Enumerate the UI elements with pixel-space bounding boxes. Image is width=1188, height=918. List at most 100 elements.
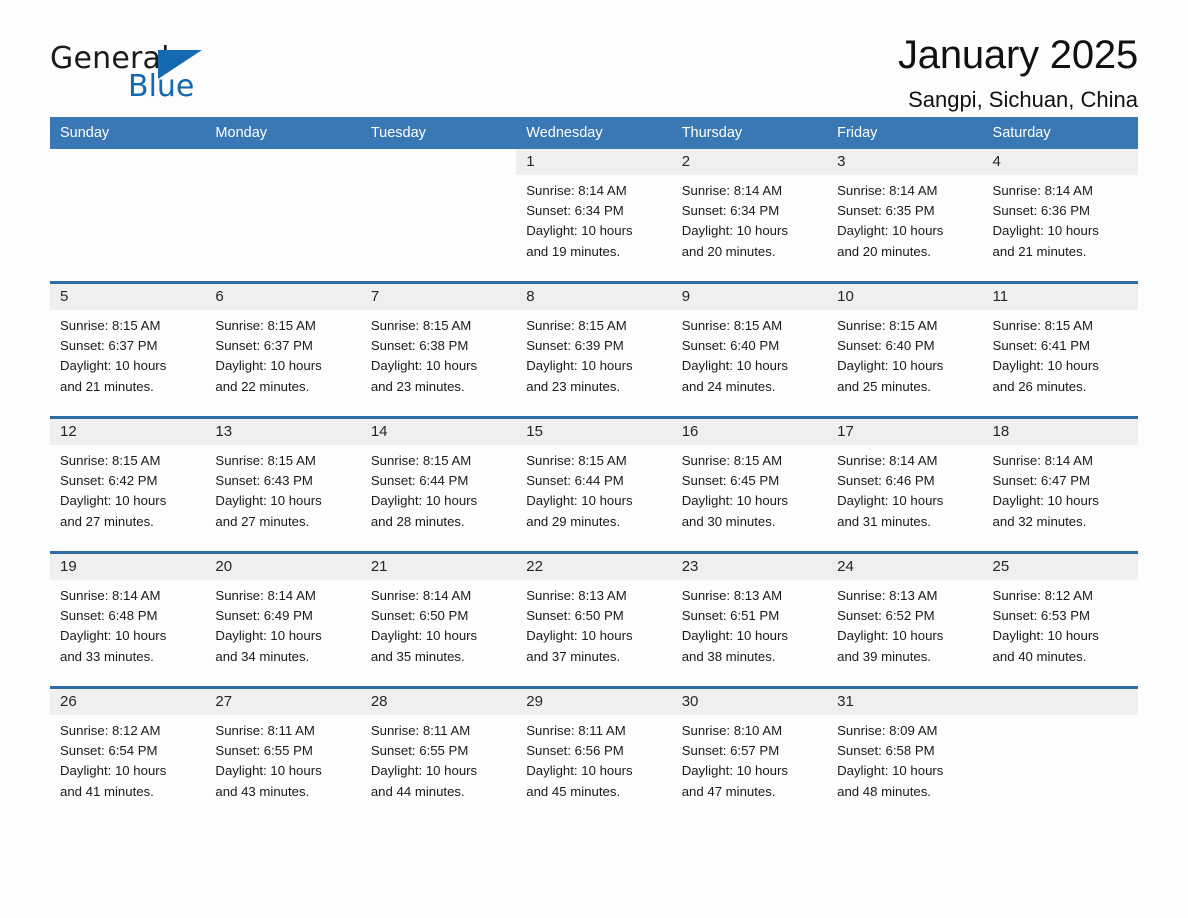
calendar-day-cell[interactable]: 3 Sunrise: 8:14 AM Sunset: 6:35 PM Daylight…	[827, 149, 983, 283]
calendar-day-cell[interactable]: 12 Sunrise: 8:15 AM Sunset: 6:42 PM Dayligh…	[50, 416, 206, 553]
calendar-day-cell[interactable]: 1 Sunrise: 8:14 AM Sunset: 6:34 PM Daylight…	[516, 149, 672, 283]
daylight-duration-line1: Daylight: 10 hours	[60, 493, 167, 509]
calendar-day-cell[interactable]: 24 Sunrise: 8:13 AM Sunset: 6:52 PM Dayligh…	[827, 551, 983, 688]
daylight-duration-line2: and 25 minutes.	[837, 378, 931, 394]
daylight-duration-line2: and 28 minutes.	[370, 513, 465, 529]
calendar-week-row: 26 Sunrise: 8:12 AM Sunset: 6:54 PM Dayligh…	[50, 686, 1138, 821]
calendar-week-row: 5 Sunrise: 8:15 AM Sunset: 6:37 PM Daylight…	[50, 281, 1138, 418]
calendar-day-cell[interactable]: 9 Sunrise: 8:15 AM Sunset: 6:40 PM Daylight…	[671, 281, 828, 418]
calendar-day-cell[interactable]: 13 Sunrise: 8:15 AM Sunset: 6:43 PM Dayligh…	[205, 416, 361, 553]
daylight-duration-line1: Daylight: 10 hours	[526, 493, 633, 509]
sunrise-time: Sunrise: 8:15 AM	[60, 453, 161, 468]
daylight-duration-line1: Daylight: 10 hours	[60, 358, 167, 374]
daylight-duration-line2: and 44 minutes.	[370, 783, 465, 799]
sunrise-time: Sunrise: 8:15 AM	[526, 453, 627, 468]
daylight-duration-line1: Daylight: 10 hours	[370, 763, 478, 779]
daylight-duration-line2: and 31 minutes.	[837, 513, 931, 529]
sunrise-time: Sunrise: 8:15 AM	[526, 318, 627, 333]
weekday-header-thursday: Thursday	[671, 117, 828, 149]
calendar-day-cell[interactable]: 11 Sunrise: 8:15 AM Sunset: 6:41 PM Dayligh…	[982, 281, 1138, 418]
day-sun-info: Sunrise: 8:14 AM Sunset: 6:35 PM Daylight:…	[827, 175, 982, 262]
calendar-page: General Blue January 2025 Sangpi, Sichua…	[0, 0, 1188, 918]
calendar-day-cell[interactable]: 27 Sunrise: 8:11 AM Sunset: 6:55 PM Dayligh…	[205, 686, 361, 821]
daylight-duration-line1: Daylight: 10 hours	[681, 628, 788, 644]
daylight-duration-line2: and 22 minutes.	[215, 378, 310, 394]
sunset-time: Sunset: 6:42 PM	[60, 473, 158, 489]
sunrise-sunset-calendar: Sunday Monday Tuesday Wednesday Thursday…	[50, 117, 1138, 821]
weekday-header-row: Sunday Monday Tuesday Wednesday Thursday…	[50, 117, 1138, 149]
calendar-day-cell[interactable]: 20 Sunrise: 8:14 AM Sunset: 6:49 PM Dayligh…	[205, 551, 361, 688]
daylight-duration-line2: and 23 minutes.	[370, 378, 465, 394]
calendar-day-cell[interactable]: 2 Sunrise: 8:14 AM Sunset: 6:34 PM Daylight…	[671, 149, 828, 283]
day-sun-info: Sunrise: 8:14 AM Sunset: 6:47 PM Daylight:…	[983, 445, 1138, 532]
day-number	[361, 149, 516, 175]
daylight-duration-line1: Daylight: 10 hours	[837, 628, 944, 644]
calendar-day-cell[interactable]: 15 Sunrise: 8:15 AM Sunset: 6:44 PM Dayligh…	[516, 416, 672, 553]
calendar-day-cell[interactable]: 10 Sunrise: 8:15 AM Sunset: 6:40 PM Dayligh…	[827, 281, 983, 418]
calendar-day-cell[interactable]: 31 Sunrise: 8:09 AM Sunset: 6:58 PM Dayligh…	[827, 686, 983, 821]
weekday-header-monday: Monday	[205, 117, 361, 149]
daylight-duration-line2: and 33 minutes.	[60, 648, 154, 664]
daylight-duration-line2: and 30 minutes.	[681, 513, 776, 529]
day-number: 6	[205, 284, 361, 310]
day-sun-info: Sunrise: 8:13 AM Sunset: 6:50 PM Daylight:…	[516, 580, 671, 667]
calendar-day-cell[interactable]: 21 Sunrise: 8:14 AM Sunset: 6:50 PM Dayligh…	[360, 551, 517, 688]
day-number: 31	[827, 689, 983, 715]
day-number: 17	[827, 419, 983, 445]
calendar-day-cell[interactable]: 17 Sunrise: 8:14 AM Sunset: 6:46 PM Dayligh…	[827, 416, 983, 553]
day-number	[205, 149, 360, 175]
calendar-day-cell[interactable]: 18 Sunrise: 8:14 AM Sunset: 6:47 PM Dayligh…	[982, 416, 1138, 553]
calendar-day-cell[interactable]: 30 Sunrise: 8:10 AM Sunset: 6:57 PM Dayligh…	[671, 686, 828, 821]
day-sun-info: Sunrise: 8:14 AM Sunset: 6:48 PM Daylight:…	[50, 580, 205, 667]
daylight-duration-line2: and 40 minutes.	[992, 648, 1087, 664]
calendar-day-cell[interactable]: 8 Sunrise: 8:15 AM Sunset: 6:39 PM Daylight…	[516, 281, 672, 418]
sunrise-time: Sunrise: 8:14 AM	[681, 183, 783, 198]
calendar-week-row: 12 Sunrise: 8:15 AM Sunset: 6:42 PM Dayligh…	[50, 416, 1138, 553]
daylight-duration-line2: and 20 minutes.	[837, 243, 931, 259]
sunrise-time: Sunrise: 8:13 AM	[837, 588, 938, 603]
calendar-day-cell[interactable]: 16 Sunrise: 8:15 AM Sunset: 6:45 PM Dayligh…	[671, 416, 828, 553]
sunrise-time: Sunrise: 8:15 AM	[370, 318, 472, 333]
day-number: 4	[982, 149, 1138, 175]
calendar-day-cell[interactable]: 5 Sunrise: 8:15 AM Sunset: 6:37 PM Daylight…	[50, 281, 206, 418]
day-number: 1	[516, 149, 672, 175]
calendar-day-cell[interactable]: 25 Sunrise: 8:12 AM Sunset: 6:53 PM Dayligh…	[982, 551, 1138, 688]
day-sun-info: Sunrise: 8:15 AM Sunset: 6:45 PM Daylight:…	[672, 445, 827, 532]
sunrise-time: Sunrise: 8:15 AM	[215, 453, 316, 468]
calendar-day-cell[interactable]: 26 Sunrise: 8:12 AM Sunset: 6:54 PM Dayligh…	[50, 686, 206, 821]
calendar-day-cell[interactable]: 23 Sunrise: 8:13 AM Sunset: 6:51 PM Dayligh…	[671, 551, 828, 688]
sunset-time: Sunset: 6:40 PM	[837, 338, 935, 354]
calendar-day-cell[interactable]: 4 Sunrise: 8:14 AM Sunset: 6:36 PM Daylight…	[982, 149, 1138, 283]
sunset-time: Sunset: 6:40 PM	[681, 338, 780, 354]
generalblue-logo[interactable]: General Blue	[50, 44, 202, 110]
sunset-time: Sunset: 6:44 PM	[526, 473, 624, 489]
sunset-time: Sunset: 6:51 PM	[681, 608, 780, 624]
weekday-header-wednesday: Wednesday	[516, 117, 672, 149]
day-number: 18	[982, 419, 1138, 445]
calendar-day-cell[interactable]: 29 Sunrise: 8:11 AM Sunset: 6:56 PM Dayligh…	[516, 686, 672, 821]
calendar-day-cell[interactable]: 28 Sunrise: 8:11 AM Sunset: 6:55 PM Dayligh…	[360, 686, 517, 821]
day-sun-info: Sunrise: 8:14 AM Sunset: 6:49 PM Daylight:…	[205, 580, 360, 667]
weekday-header-sunday: Sunday	[50, 117, 206, 149]
day-number: 11	[982, 284, 1138, 310]
sunrise-time: Sunrise: 8:12 AM	[60, 723, 161, 738]
daylight-duration-line2: and 26 minutes.	[992, 378, 1087, 394]
calendar-day-cell[interactable]: 22 Sunrise: 8:13 AM Sunset: 6:50 PM Dayligh…	[516, 551, 672, 688]
calendar-day-cell[interactable]: 7 Sunrise: 8:15 AM Sunset: 6:38 PM Daylight…	[360, 281, 517, 418]
daylight-duration-line1: Daylight: 10 hours	[370, 358, 478, 374]
day-sun-info: Sunrise: 8:14 AM Sunset: 6:36 PM Daylight:…	[983, 175, 1138, 262]
daylight-duration-line2: and 21 minutes.	[60, 378, 154, 394]
sunrise-time: Sunrise: 8:10 AM	[681, 723, 783, 738]
day-sun-info: Sunrise: 8:12 AM Sunset: 6:54 PM Daylight:…	[50, 715, 205, 802]
daylight-duration-line1: Daylight: 10 hours	[992, 493, 1099, 509]
sunset-time: Sunset: 6:44 PM	[370, 473, 469, 489]
daylight-duration-line1: Daylight: 10 hours	[215, 358, 322, 374]
calendar-day-cell[interactable]: 6 Sunrise: 8:15 AM Sunset: 6:37 PM Daylight…	[205, 281, 361, 418]
day-sun-info: Sunrise: 8:13 AM Sunset: 6:52 PM Daylight:…	[827, 580, 982, 667]
day-number: 13	[205, 419, 361, 445]
calendar-day-cell[interactable]: 14 Sunrise: 8:15 AM Sunset: 6:44 PM Dayligh…	[360, 416, 517, 553]
sunset-time: Sunset: 6:43 PM	[215, 473, 313, 489]
day-sun-info: Sunrise: 8:15 AM Sunset: 6:41 PM Daylight:…	[983, 310, 1138, 397]
calendar-day-cell[interactable]: 19 Sunrise: 8:14 AM Sunset: 6:48 PM Dayligh…	[50, 551, 206, 688]
calendar-day-cell-empty	[360, 149, 517, 283]
